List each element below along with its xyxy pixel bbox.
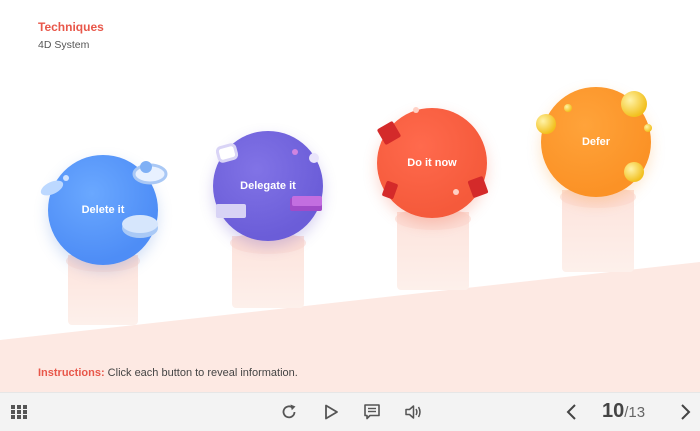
slide-canvas: Techniques 4D System Delete it Delegate … (0, 0, 700, 392)
do-now-decoration-icons (377, 107, 489, 200)
instructions-body: Click each button to reveal information. (104, 367, 298, 379)
grid-menu-icon[interactable] (8, 401, 30, 423)
volume-icon[interactable] (402, 401, 424, 423)
chevron-right-icon[interactable] (674, 401, 696, 423)
delete-decoration-icons (40, 161, 168, 238)
instructions-label: Instructions: (38, 367, 105, 379)
player-toolbar: 10/13 (0, 392, 700, 431)
defer-decoration-icons (536, 91, 652, 182)
page-counter: 10/13 (602, 400, 645, 424)
total-pages: /13 (624, 404, 646, 421)
play-icon[interactable] (320, 401, 342, 423)
chevron-left-icon[interactable] (561, 401, 583, 423)
delegate-decoration-icons (215, 143, 322, 218)
current-page: 10 (602, 400, 625, 422)
page-title: Techniques (38, 20, 104, 34)
replay-icon[interactable] (278, 401, 300, 423)
notes-icon[interactable] (361, 401, 383, 423)
instructions-text: Instructions: Click each button to revea… (38, 367, 298, 379)
page-subtitle: 4D System (38, 39, 90, 51)
